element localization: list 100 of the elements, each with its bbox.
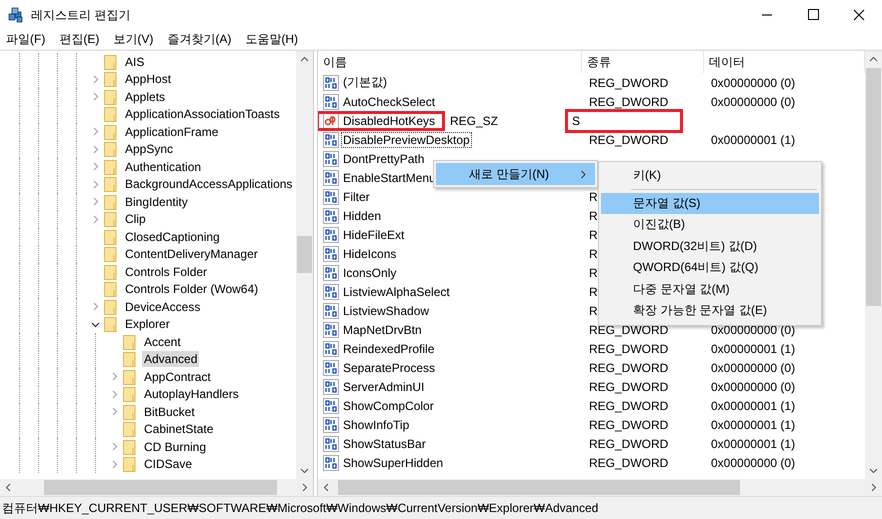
scrollbar-thumb[interactable] <box>297 236 312 273</box>
scrollbar-thumb[interactable] <box>44 480 277 495</box>
value-name[interactable]: IconsOnly <box>341 264 398 280</box>
tree-item[interactable]: AppSync <box>123 141 176 158</box>
menu-item[interactable]: 도움말(H) <box>245 31 298 48</box>
binary-value-icon <box>323 322 339 338</box>
menu-item[interactable]: 새로 만들기(N) <box>436 163 595 185</box>
value-name[interactable]: ShowStatusBar <box>341 436 428 452</box>
value-name[interactable]: AutoCheckSelect <box>341 94 438 110</box>
value-name[interactable]: ListviewAlphaSelect <box>341 284 452 300</box>
value-name[interactable]: HideIcons <box>341 246 398 262</box>
horizontal-scrollbar[interactable] <box>318 479 882 496</box>
value-name[interactable]: ReindexedProfile <box>341 340 436 356</box>
tree-item[interactable]: AutoplayHandlers <box>142 386 241 402</box>
chevron-right-icon[interactable] <box>110 460 119 469</box>
value-type: REG_DWORD <box>589 380 668 394</box>
folder-icon <box>123 438 137 455</box>
menu-item[interactable]: 키(K) <box>601 165 819 186</box>
chevron-right-icon[interactable] <box>91 302 100 312</box>
menu-item[interactable]: DWORD(32비트) 값(D) <box>601 236 819 257</box>
chevron-right-icon[interactable] <box>91 214 100 224</box>
value-name[interactable]: ShowSuperHidden <box>341 454 446 470</box>
tree-item[interactable]: AppContract <box>142 368 213 385</box>
value-name[interactable]: ShowInfoTip <box>341 416 412 432</box>
value-type: REG_DWORD <box>589 456 668 470</box>
menu-item[interactable]: 이진값(B) <box>601 214 819 236</box>
chevron-right-icon[interactable] <box>91 74 100 84</box>
value-name[interactable]: Filter <box>341 188 372 204</box>
chevron-right-icon[interactable] <box>110 442 119 452</box>
folder-icon <box>104 54 118 70</box>
folder-icon <box>104 246 118 262</box>
tree-item[interactable]: ContentDeliveryManager <box>123 246 260 262</box>
value-name[interactable]: ListviewShadow <box>341 302 432 318</box>
binary-value-icon <box>323 436 339 452</box>
chevron-down-icon[interactable] <box>91 320 100 329</box>
chevron-right-icon[interactable] <box>91 92 100 102</box>
tree-item[interactable]: Advanced <box>142 351 200 368</box>
tree-item[interactable]: Controls Folder (Wow64) <box>123 281 260 298</box>
value-name[interactable]: EnableStartMenu <box>341 170 438 186</box>
menu-item[interactable]: 확장 가능한 문자열 값(E) <box>601 300 819 322</box>
value-name[interactable]: ServerAdminUI <box>341 378 426 394</box>
chevron-right-icon[interactable] <box>110 390 119 399</box>
menu-item[interactable]: 문자열 값(S) <box>601 192 819 214</box>
value-type: REG_DWORD <box>589 132 668 146</box>
value-data: 0x00000000 (0) <box>711 76 796 90</box>
tree-item[interactable]: AIS <box>123 54 146 70</box>
binary-value-icon <box>323 132 339 148</box>
tree-item[interactable]: ApplicationAssociationToasts <box>123 106 282 122</box>
tree-item[interactable]: Applets <box>123 88 168 105</box>
tree-item[interactable]: CD Burning <box>142 438 208 455</box>
value-data: 0x00000001 (1) <box>711 398 796 412</box>
chevron-right-icon[interactable] <box>91 180 100 189</box>
scrollbar-thumb[interactable] <box>338 480 740 495</box>
scrollbar-thumb[interactable] <box>866 68 881 306</box>
menu-item[interactable]: 편집(E) <box>59 31 100 48</box>
tree-item[interactable]: Controls Folder <box>123 264 210 280</box>
binary-value-icon <box>323 454 339 470</box>
tree-item[interactable]: Authentication <box>123 158 204 175</box>
column-header[interactable]: 이름 <box>318 51 582 73</box>
tree-item[interactable]: BitBucket <box>142 404 197 420</box>
menu-item[interactable]: 즐겨찾기(A) <box>167 31 232 48</box>
tree-item[interactable]: BingIdentity <box>123 194 190 210</box>
value-name[interactable]: DisabledHotKeys <box>341 112 438 128</box>
value-data: 0x00000000 (0) <box>711 94 796 108</box>
folder-icon <box>104 281 118 298</box>
value-type: REG_DWORD <box>589 418 668 432</box>
chevron-right-icon[interactable] <box>91 197 100 206</box>
tree-item[interactable]: ApplicationFrame <box>123 124 220 140</box>
tree-item[interactable]: CIDSave <box>142 456 194 472</box>
menu-item[interactable]: QWORD(64비트) 값(Q) <box>601 257 819 278</box>
tree-item[interactable]: BackgroundAccessApplications <box>123 176 294 192</box>
value-name[interactable]: DontPrettyPath <box>341 150 426 166</box>
value-name[interactable]: SeparateProcess <box>341 360 438 376</box>
tree-item[interactable]: Explorer <box>123 316 172 332</box>
horizontal-scrollbar[interactable] <box>0 479 313 496</box>
tree-item[interactable]: DeviceAccess <box>123 298 202 315</box>
chevron-right-icon[interactable] <box>110 372 119 382</box>
menu-item[interactable]: 파일(F) <box>6 31 46 48</box>
value-name[interactable]: Hidden <box>341 208 384 224</box>
chevron-right-icon[interactable] <box>91 144 100 154</box>
tree-item[interactable]: Accent <box>142 334 183 350</box>
chevron-right-icon[interactable] <box>91 127 100 136</box>
tree-item[interactable]: ClosedCaptioning <box>123 228 222 245</box>
chevron-right-icon[interactable] <box>110 407 119 416</box>
value-data: 0x00000000 (0) <box>711 360 796 374</box>
value-name[interactable]: HideFileExt <box>341 226 406 242</box>
vertical-scrollbar[interactable] <box>296 51 313 479</box>
tree-item[interactable]: CabinetState <box>142 421 216 438</box>
menu-item[interactable]: 보기(V) <box>113 31 154 48</box>
value-name[interactable]: MapNetDrvBtn <box>341 322 424 338</box>
chevron-right-icon[interactable] <box>91 162 100 172</box>
value-name[interactable]: ShowCompColor <box>341 398 436 414</box>
menu-item[interactable]: 다중 문자열 값(M) <box>601 278 819 300</box>
value-name[interactable]: DisablePreviewDesktop <box>341 132 472 148</box>
tree-item[interactable]: Clip <box>123 211 148 228</box>
vertical-scrollbar[interactable] <box>865 51 882 479</box>
column-header[interactable]: 종류 <box>582 51 704 73</box>
value-type: REG_DWORD <box>589 94 668 108</box>
value-name[interactable]: (기본값) <box>341 73 389 92</box>
tree-item[interactable]: AppHost <box>123 71 174 88</box>
